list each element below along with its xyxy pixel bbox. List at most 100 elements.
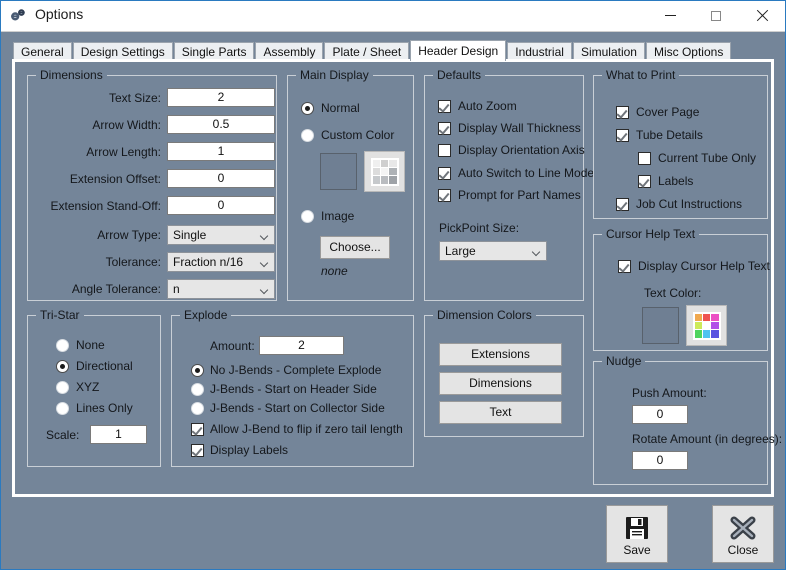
display-wall-thickness-checkbox[interactable] [438, 122, 451, 135]
palette-swatch [694, 321, 702, 330]
tab-plate-sheet[interactable]: Plate / Sheet [324, 42, 410, 60]
palette-swatch [372, 176, 380, 184]
save-button[interactable]: Save [606, 505, 668, 563]
dimensions-group: Dimensions Text Size: 2 Arrow Width: 0.5… [27, 68, 277, 301]
explode-amount-input[interactable]: 2 [259, 336, 344, 355]
text-color-button[interactable]: Text [439, 401, 562, 424]
tab-general[interactable]: General [13, 42, 72, 60]
tri-star-group: Tri-Star None Directional XYZ Lines Only… [27, 308, 161, 467]
image-filename-value: none [321, 264, 348, 278]
allow-jbend-flip-checkbox[interactable] [191, 423, 204, 436]
arrow-type-label: Arrow Type: [97, 228, 161, 242]
text-color-label: Text Color: [644, 286, 702, 300]
auto-switch-line-mode-checkbox[interactable] [438, 167, 451, 180]
text-size-input[interactable]: 2 [167, 88, 275, 107]
tri-star-xyz-radio[interactable] [56, 381, 69, 394]
job-cut-instructions-checkbox[interactable] [616, 198, 629, 211]
pickpoint-size-value: Large [445, 244, 476, 258]
display-wall-thickness-label: Display Wall Thickness [458, 121, 581, 135]
prompt-part-names-label: Prompt for Part Names [458, 188, 581, 202]
current-tube-only-checkbox[interactable] [638, 152, 651, 165]
explode-group: Explode Amount: 2 No J-Bends - Complete … [171, 308, 414, 467]
explode-no-jbends-radio[interactable] [191, 364, 204, 377]
tab-assembly[interactable]: Assembly [255, 42, 324, 60]
palette-swatch [694, 330, 702, 338]
main-display-image-radio[interactable] [301, 210, 314, 223]
explode-jbends-collector-radio[interactable] [191, 402, 204, 415]
cursor-help-text-color-picker-button[interactable] [686, 305, 727, 346]
prompt-part-names-checkbox[interactable] [438, 189, 451, 202]
auto-zoom-checkbox[interactable] [438, 100, 451, 113]
pickpoint-size-select[interactable]: Large [439, 241, 547, 261]
cover-page-checkbox[interactable] [616, 106, 629, 119]
tri-star-directional-label: Directional [76, 359, 133, 373]
chevron-down-icon [261, 287, 268, 291]
explode-group-title: Explode [180, 308, 232, 322]
angle-tolerance-select[interactable]: n [167, 279, 275, 299]
tolerance-select[interactable]: Fraction n/16 [167, 252, 275, 272]
push-amount-input[interactable]: 0 [632, 405, 688, 424]
main-display-color-picker-button[interactable] [364, 151, 405, 192]
dimensions-color-button[interactable]: Dimensions [439, 372, 562, 395]
choose-image-button[interactable]: Choose... [320, 236, 390, 259]
main-display-color-preview[interactable] [320, 153, 357, 190]
tab-header-design[interactable]: Header Design [410, 40, 507, 61]
extension-offset-input[interactable]: 0 [167, 169, 275, 188]
arrow-width-input[interactable]: 0.5 [167, 115, 275, 134]
cursor-help-text-group: Cursor Help Text Display Cursor Help Tex… [593, 227, 770, 351]
chevron-down-icon [261, 233, 268, 237]
arrow-length-input[interactable]: 1 [167, 142, 275, 161]
cursor-help-text-color-preview[interactable] [642, 307, 679, 344]
maximize-button[interactable] [693, 1, 739, 30]
tri-star-lines-only-radio[interactable] [56, 402, 69, 415]
palette-swatch [702, 330, 711, 338]
display-orientation-axis-checkbox[interactable] [438, 144, 451, 157]
rotate-amount-input[interactable]: 0 [632, 451, 688, 470]
close-window-button[interactable] [739, 1, 785, 30]
main-display-normal-label: Normal [321, 101, 360, 115]
current-tube-only-label: Current Tube Only [658, 151, 757, 165]
tab-simulation[interactable]: Simulation [572, 42, 645, 60]
palette-swatch [711, 321, 719, 330]
palette-swatch [389, 167, 397, 176]
tab-design-settings[interactable]: Design Settings [72, 42, 173, 60]
main-display-normal-radio[interactable] [301, 102, 314, 115]
minimize-button[interactable] [647, 1, 693, 30]
palette-swatch [702, 313, 711, 321]
extensions-color-button[interactable]: Extensions [439, 343, 562, 366]
tab-misc-options[interactable]: Misc Options [645, 42, 732, 60]
angle-tolerance-label: Angle Tolerance: [71, 282, 161, 296]
main-display-custom-color-label: Custom Color [321, 128, 395, 142]
angle-tolerance-value: n [173, 282, 180, 296]
close-button[interactable]: Close [712, 505, 774, 563]
title-bar: Options [1, 1, 785, 32]
display-cursor-help-text-checkbox[interactable] [618, 260, 631, 273]
cover-page-label: Cover Page [636, 105, 700, 119]
palette-swatch [711, 330, 719, 338]
tube-details-checkbox[interactable] [616, 129, 629, 142]
palette-swatch [380, 167, 389, 176]
tri-star-none-radio[interactable] [56, 339, 69, 352]
tri-star-group-title: Tri-Star [36, 308, 84, 322]
maximize-icon [711, 10, 721, 21]
palette-swatch [372, 159, 380, 167]
nudge-group-title: Nudge [602, 354, 646, 368]
arrow-type-select[interactable]: Single [167, 225, 275, 245]
tri-star-directional-radio[interactable] [56, 360, 69, 373]
explode-jbends-header-radio[interactable] [191, 383, 204, 396]
labels-checkbox[interactable] [638, 175, 651, 188]
tri-star-scale-input[interactable]: 1 [90, 425, 147, 444]
main-display-custom-color-radio[interactable] [301, 129, 314, 142]
palette-swatch [380, 176, 389, 184]
color-palette-icon [692, 311, 721, 340]
extension-stand-off-input[interactable]: 0 [167, 196, 275, 215]
cursor-help-text-group-title: Cursor Help Text [602, 227, 700, 241]
text-size-label: Text Size: [108, 91, 161, 105]
tab-single-parts[interactable]: Single Parts [173, 42, 255, 60]
main-display-group: Main Display Normal Custom Color Image C… [287, 68, 414, 301]
explode-display-labels-checkbox[interactable] [191, 444, 204, 457]
job-cut-instructions-label: Job Cut Instructions [636, 197, 743, 211]
rotate-amount-label: Rotate Amount (in degrees): [632, 432, 783, 446]
tab-industrial[interactable]: Industrial [507, 42, 572, 60]
tab-content-panel: Dimensions Text Size: 2 Arrow Width: 0.5… [12, 59, 782, 497]
